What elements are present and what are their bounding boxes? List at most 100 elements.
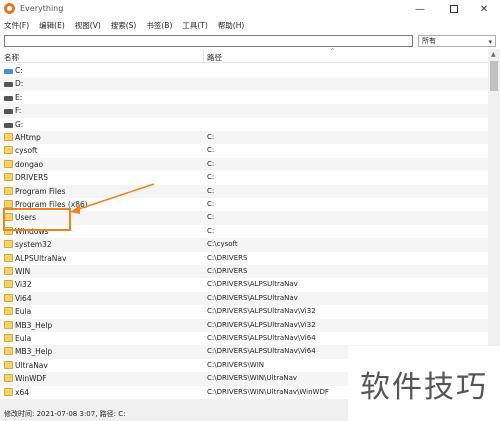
folder-icon [4, 320, 13, 329]
column-name-header[interactable]: 名称 [4, 52, 19, 63]
folder-icon [4, 159, 13, 168]
table-row[interactable]: ALPSUltraNav C:\DRIVERS [0, 252, 488, 265]
folder-icon [4, 347, 13, 356]
status-text: 修改时间: 2021-07-08 3:07, 路径: C: [4, 410, 126, 418]
folder-icon [4, 374, 13, 383]
table-row[interactable]: Vi32 C:\DRIVERS\ALPSUltraNav [0, 278, 488, 291]
table-row[interactable]: E: [0, 91, 488, 104]
search-input[interactable] [4, 35, 413, 47]
row-name: WIN [15, 267, 31, 276]
menu-tools[interactable]: 工具(T) [182, 20, 207, 31]
table-row[interactable]: Users C: [0, 211, 488, 225]
row-name: Vi32 [15, 280, 32, 290]
table-row[interactable]: cysoft C: [0, 144, 488, 157]
row-name: E: [15, 92, 23, 102]
filter-dropdown[interactable]: 所有 ▾ [418, 35, 496, 47]
table-row[interactable]: Eula C:\DRIVERS\ALPSUltraNav\Vi32 [0, 305, 488, 318]
scroll-up-icon[interactable]: ▲ [491, 51, 496, 58]
filter-selected-value: 所有 [422, 37, 436, 45]
folder-icon [4, 253, 13, 262]
menu-bookmarks[interactable]: 书签(B) [146, 20, 172, 31]
row-path: C:\DRIVERS [207, 253, 248, 262]
row-name: D: [15, 79, 24, 89]
row-path: C:\DRIVERS\ALPSUltraNav\Vi64 [207, 347, 316, 356]
column-header: 名称 ^ 路径 [0, 48, 488, 63]
row-path: C: [207, 226, 215, 235]
watermark-text: 软件技巧 [360, 370, 488, 405]
folder-icon [4, 240, 13, 249]
row-name: Eula [15, 334, 32, 343]
row-name: F: [15, 106, 22, 116]
menu-file[interactable]: 文件(F) [4, 20, 29, 31]
row-name: WinWDF [15, 374, 47, 384]
table-row[interactable]: Program Files (x86) C: [0, 198, 488, 211]
row-name: Vi64 [15, 293, 32, 303]
row-name: DRIVERS [15, 173, 49, 183]
row-name: Eula [15, 307, 32, 317]
row-name: UltraNav [15, 360, 48, 370]
folder-icon [4, 334, 13, 342]
table-row[interactable]: Eula C:\DRIVERS\ALPSUltraNav\Vi64 [0, 332, 488, 345]
row-path: C:\DRIVERS\WIN\UltraNav [207, 374, 298, 383]
search-row: 所有 ▾ [0, 33, 500, 49]
folder-icon [4, 146, 13, 155]
title-bar: Everything — ✕ [0, 0, 500, 18]
drive-icon [4, 122, 13, 128]
row-path: C: [207, 200, 215, 208]
row-name: MB3_Help [15, 347, 53, 357]
row-path: C: [207, 173, 215, 182]
table-row[interactable]: Windows C: [0, 225, 488, 238]
row-name: x64 [15, 387, 29, 397]
row-name: ALPSUltraNav [15, 253, 67, 263]
chevron-down-icon: ▾ [488, 38, 492, 46]
watermark: 软件技巧 [348, 346, 500, 421]
folder-icon [4, 200, 13, 208]
table-row[interactable]: system32 C:\cysoft [0, 238, 488, 252]
row-name: C: [15, 66, 23, 75]
table-row[interactable]: F: [0, 104, 488, 118]
row-name: G: [15, 119, 24, 129]
folder-icon [4, 293, 13, 302]
row-path: C:\DRIVERS\ALPSUltraNav\Vi32 [207, 307, 316, 316]
drive-icon [4, 109, 13, 115]
menu-help[interactable]: 帮助(H) [218, 20, 245, 31]
menu-edit[interactable]: 编辑(E) [39, 20, 65, 31]
folder-icon [4, 133, 13, 141]
folder-icon [4, 360, 13, 369]
folder-icon [4, 186, 13, 195]
scrollbar-thumb[interactable] [490, 61, 498, 91]
row-name: system32 [15, 240, 52, 250]
table-row[interactable]: Program Files C: [0, 184, 488, 198]
close-button[interactable]: ✕ [468, 0, 500, 18]
table-row[interactable]: dongao C: [0, 157, 488, 172]
table-row[interactable]: MB3_Help C:\DRIVERS\ALPSUltraNav\Vi32 [0, 318, 488, 332]
menu-search[interactable]: 搜索(S) [111, 20, 137, 31]
row-name: MB3_Help [15, 320, 53, 330]
table-row[interactable]: AHtmp C: [0, 131, 488, 145]
row-name: Program Files [15, 186, 66, 196]
row-path: C: [207, 133, 215, 141]
column-path-header[interactable]: 路径 [207, 52, 222, 63]
row-path: C:\DRIVERS\WIN [207, 360, 265, 369]
everything-app-icon [4, 3, 15, 14]
row-name: cysoft [15, 146, 38, 156]
column-divider[interactable] [203, 49, 204, 63]
row-name: dongao [15, 159, 44, 169]
table-row[interactable]: G: [0, 118, 488, 131]
drive-icon [4, 82, 13, 88]
table-row[interactable]: WIN C:\DRIVERS [0, 265, 488, 279]
table-row[interactable]: C: [0, 64, 488, 77]
row-path: C:\DRIVERS\ALPSUltraNav\Vi64 [207, 334, 316, 342]
maximize-icon [450, 5, 458, 13]
table-row[interactable]: Vi64 C:\DRIVERS\ALPSUltraNav [0, 291, 488, 306]
menu-view[interactable]: 视图(V) [75, 20, 101, 31]
minimize-button[interactable]: — [404, 0, 436, 18]
row-path: C: [207, 213, 215, 222]
maximize-button[interactable] [438, 0, 470, 18]
menu-bar: 文件(F) 编辑(E) 视图(V) 搜索(S) 书签(B) 工具(T) 帮助(H… [0, 18, 500, 33]
table-row[interactable]: DRIVERS C: [0, 171, 488, 184]
drive-icon [4, 69, 13, 74]
table-row[interactable]: D: [0, 77, 488, 91]
folder-icon [4, 387, 13, 396]
annotation-highlight-box [3, 208, 71, 231]
